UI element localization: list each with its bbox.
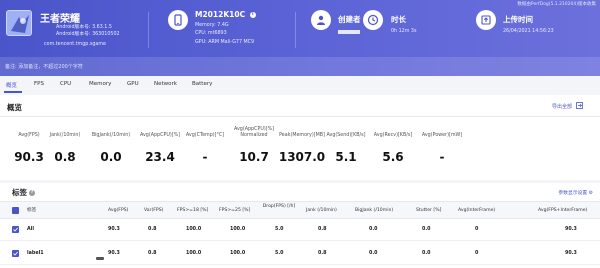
app-icon — [6, 10, 32, 36]
device-gpu: GPU: ARM Mali-G77 MC9 — [195, 40, 255, 45]
table-cell: 90.3 — [108, 227, 120, 232]
table-cell: 90.3 — [565, 227, 577, 232]
table-cell: 0.0 — [369, 227, 378, 232]
col-fps18[interactable]: FPS>=18 [%] — [177, 202, 208, 220]
active-tab-indicator — [4, 91, 22, 93]
upload-time: 26/04/2021 14:56:23 — [503, 29, 554, 34]
scrollbar-thumb[interactable] — [96, 257, 104, 260]
table-cell: 0.0 — [369, 251, 378, 256]
note-text[interactable]: 备注: 添加备注，不超过200个字符 — [5, 63, 83, 70]
creator-name-redacted — [338, 30, 360, 34]
phone-icon — [168, 10, 188, 30]
table-cell: 5.0 — [275, 251, 284, 256]
table-header: 标签 Avg(FPS) Var(FPS) FPS>=18 [%] FPS>=25… — [0, 201, 600, 221]
table-cell: 0.0 — [422, 251, 431, 256]
col-var-fps[interactable]: Var(FPS) — [144, 202, 163, 220]
table-cell: 5.0 — [275, 227, 284, 232]
col-bigjank[interactable]: BigJank (/10min) — [355, 202, 393, 220]
duration-value: 0h 12m 3s — [391, 29, 417, 34]
table-cell: 100.0 — [186, 251, 202, 256]
tab-overview[interactable]: 概览 — [6, 81, 17, 89]
tab-memory[interactable]: Memory — [89, 81, 111, 87]
display-settings-button[interactable]: 参数显示设置 ⚙ — [558, 189, 593, 196]
table-cell: 90.3 — [108, 251, 120, 256]
upload-icon — [476, 10, 496, 30]
header-divider — [148, 12, 149, 48]
col-drop-fps[interactable]: Drop(FPS) [/h] — [257, 204, 301, 210]
header-divider — [295, 12, 296, 48]
tab-fps[interactable]: FPS — [34, 81, 44, 87]
tab-network[interactable]: Network — [154, 81, 177, 87]
metric-label: Avg(Power)[mW] — [402, 133, 482, 139]
table-cell: 100.0 — [186, 227, 202, 232]
report-header: 数据由PerfDog(5.1.210204)版本收集 王者荣耀 Android版… — [0, 0, 600, 76]
upload-title: 上传时间 — [503, 15, 533, 24]
table-cell: 0.8 — [148, 251, 157, 256]
device-cpu: CPU: mt6893 — [195, 31, 227, 36]
row-tag-name: All — [27, 227, 35, 232]
creator-title: 创建者 — [338, 15, 361, 24]
overview-card: 概览 导出全部 Avg(FPS) 90.3 Jank(/10min) 0.8 BigJa… — [0, 95, 600, 180]
col-jank[interactable]: Jank (/10min) — [306, 202, 337, 220]
metric-label-line: Avg(Power)[mW] — [421, 133, 463, 138]
device-memory: Memory: 7.4G — [195, 23, 229, 28]
table-row[interactable]: label1 90.3 0.8 100.0 100.0 5.0 0.8 0.0 0.0 0 90.3 — [0, 243, 600, 265]
col-stutter[interactable]: Stutter [%] — [416, 202, 441, 220]
tab-bar: 概览 FPS CPU Memory GPU Network Battery — [0, 76, 600, 93]
table-cell: 0.8 — [318, 227, 327, 232]
user-icon — [311, 10, 331, 30]
metric-value: - — [439, 150, 445, 164]
col-fps25[interactable]: FPS>=25 [%] — [219, 202, 250, 220]
table-cell: 0 — [475, 251, 479, 256]
table-cell: 0.8 — [148, 227, 157, 232]
data-source-text: 数据由PerfDog(5.1.210204)版本收集 — [517, 2, 596, 7]
help-icon[interactable]: ? — [29, 190, 35, 196]
col-avg-interframe[interactable]: Avg(InterFrame) — [458, 202, 495, 220]
tab-battery[interactable]: Battery — [192, 81, 212, 87]
device-model: M2012K10C i — [195, 10, 256, 19]
table-cell: 100.0 — [230, 251, 246, 256]
select-all-checkbox[interactable] — [12, 207, 19, 221]
android-version: Android版本号: 3.63.1.5 — [56, 25, 112, 30]
row-tag-name: label1 — [27, 251, 44, 256]
row-checkbox[interactable] — [12, 226, 19, 233]
android-build: Android版本号: 363010502 — [56, 32, 120, 37]
divider — [0, 116, 600, 117]
tab-gpu[interactable]: GPU — [127, 81, 139, 87]
table-cell: 0.0 — [422, 227, 431, 232]
col-tag[interactable]: 标签 — [27, 202, 36, 220]
table-row[interactable]: All 90.3 0.8 100.0 100.0 5.0 0.8 0.0 0.0 0 90.3 — [0, 219, 600, 241]
export-all-button[interactable]: 导出全部 — [552, 103, 572, 110]
table-cell: 90.3 — [565, 251, 577, 256]
col-avg-fps-interframe[interactable]: Avg(FPS+InterFrame) — [538, 202, 587, 220]
duration-title: 时长 — [391, 15, 406, 24]
package-name: com.tencent.tmgp.sgame — [44, 42, 106, 47]
table-cell: 100.0 — [230, 227, 246, 232]
table-cell: 0 — [475, 227, 479, 232]
tags-title: 标签? — [12, 188, 35, 197]
overview-title: 概览 — [7, 103, 22, 112]
settings-icon: ⚙ — [588, 191, 593, 196]
table-cell: 0.8 — [318, 251, 327, 256]
export-icon[interactable] — [576, 102, 583, 109]
clock-icon — [363, 10, 383, 30]
tab-cpu[interactable]: CPU — [60, 81, 71, 87]
col-avg-fps[interactable]: Avg(FPS) — [108, 202, 128, 220]
info-icon[interactable]: i — [249, 12, 256, 18]
row-checkbox[interactable] — [12, 250, 19, 257]
tags-card: 标签? 参数显示设置 ⚙ 标签 Avg(FPS) Var(FPS) FPS>=1… — [0, 183, 600, 268]
note-bar[interactable]: 备注: 添加备注，不超过200个字符 — [0, 57, 600, 76]
